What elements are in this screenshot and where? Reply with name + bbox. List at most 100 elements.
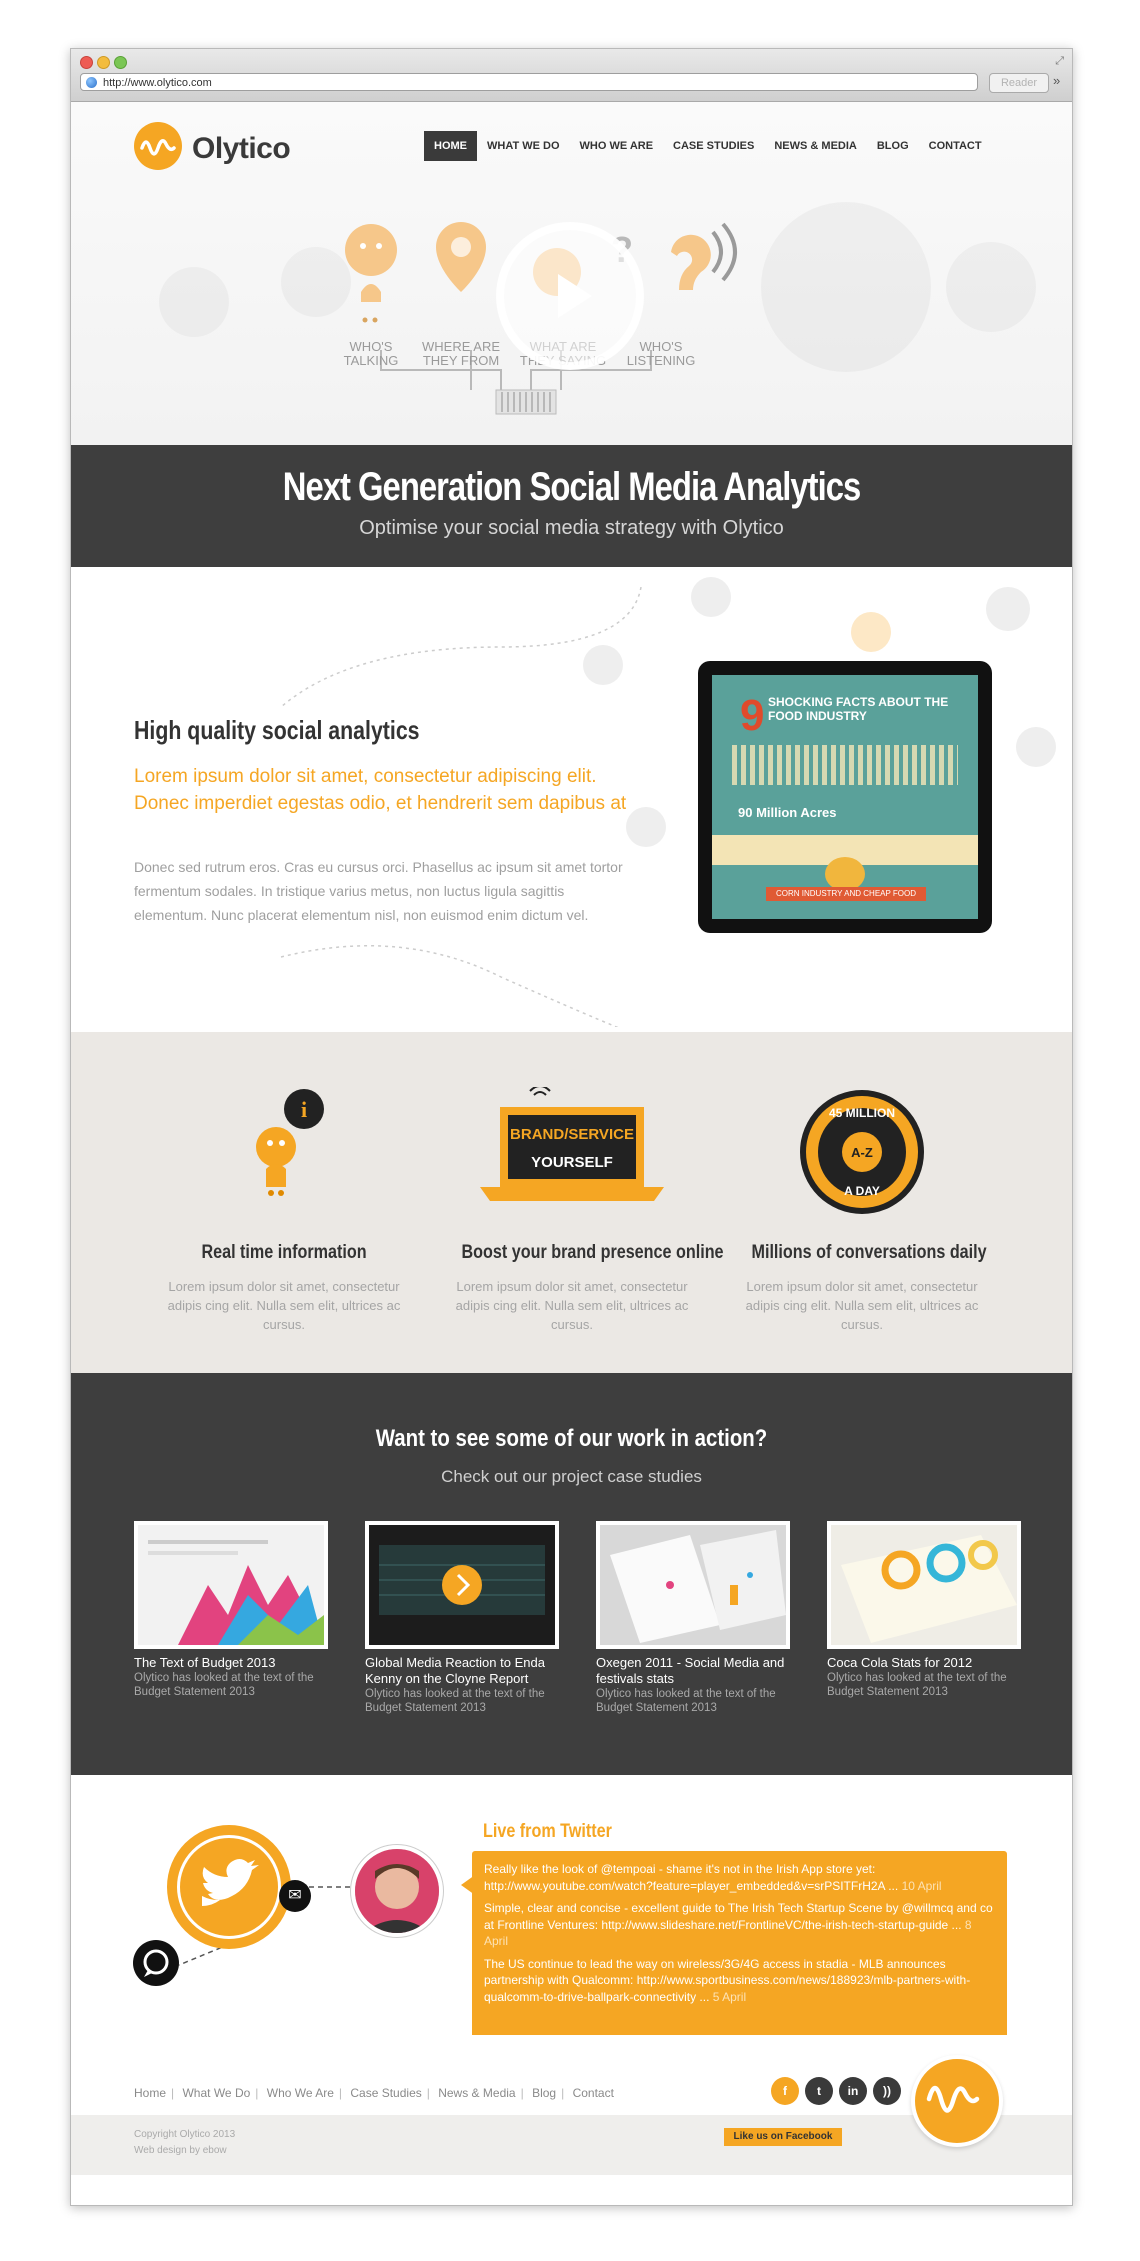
browser-window: ⤢ http://www.olytico.com ↻ Reader » Olyt…	[70, 48, 1073, 2206]
case-study-card[interactable]: The Text of Budget 2013 Olytico has look…	[134, 1521, 328, 1699]
footer-link-what-we-do[interactable]: What We Do	[182, 2086, 250, 2100]
footer-link-case-studies[interactable]: Case Studies	[350, 2086, 421, 2100]
yourself-text: YOURSELF	[531, 1154, 613, 1171]
website: Olytico HOME WHAT WE DO WHO WE ARE CASE …	[71, 102, 1072, 2175]
address-bar[interactable]: http://www.olytico.com	[80, 73, 978, 91]
rss-icon[interactable]: ))	[873, 2077, 901, 2105]
tweet-date: 10 April	[901, 1878, 942, 1893]
nav-blog[interactable]: BLOG	[867, 131, 919, 161]
nav-contact[interactable]: CONTACT	[919, 131, 992, 161]
case-name[interactable]: Global Media Reaction to Enda Kenny on t…	[365, 1655, 559, 1687]
credit-text[interactable]: Web design by ebow	[134, 2143, 235, 2159]
more-chevron-icon[interactable]: »	[1053, 73, 1060, 88]
nav-case-studies[interactable]: CASE STUDIES	[663, 131, 764, 161]
conversation-badge-icon: 45 MILLION A-Z A DAY	[800, 1090, 924, 1214]
column-title: Real time information	[201, 1242, 367, 1263]
twitter-title: Live from Twitter	[483, 1821, 612, 1842]
bg-bubble	[159, 267, 229, 337]
info-bubble-icon	[851, 612, 891, 652]
column-title: Boost your brand presence online	[461, 1242, 724, 1263]
features-columns: i Real time information Lorem ipsum dolo…	[71, 1032, 1072, 1373]
case-name[interactable]: Coca Cola Stats for 2012	[827, 1655, 1021, 1671]
banner-subtitle: Optimise your social media strategy with…	[359, 517, 784, 539]
column-text: Lorem ipsum dolor sit amet, consectetur …	[455, 1279, 689, 1332]
hero-section: Olytico HOME WHAT WE DO WHO WE ARE CASE …	[71, 102, 1072, 445]
case-studies-section: Want to see some of our work in action? …	[71, 1373, 1072, 1775]
case-study-card[interactable]: Coca Cola Stats for 2012 Olytico has loo…	[827, 1521, 1021, 1699]
case-desc: Olytico has looked at the text of the Bu…	[596, 1688, 776, 1714]
column-title: Millions of conversations daily	[751, 1242, 987, 1263]
nav-who-we-are[interactable]: WHO WE ARE	[570, 131, 664, 161]
case-image-oxegen	[600, 1525, 786, 1645]
brand-service-text: BRAND/SERVICE	[510, 1126, 634, 1143]
nav-home[interactable]: HOME	[424, 131, 477, 161]
badge-mid-text: A-Z	[851, 1145, 873, 1160]
column-text: Lorem ipsum dolor sit amet, consectetur …	[745, 1279, 979, 1332]
nav-what-we-do[interactable]: WHAT WE DO	[477, 131, 570, 161]
tweet-date: 5 April	[712, 1989, 747, 2004]
tweet-item[interactable]: The US continue to lead the way on wirel…	[484, 1956, 995, 2006]
cases-title: Want to see some of our work in action?	[375, 1425, 768, 1452]
nav-news-media[interactable]: NEWS & MEDIA	[764, 131, 867, 161]
hero-label-where-from: WHERE ARE THEY FROM	[421, 339, 500, 368]
zoom-window-button[interactable]	[114, 56, 127, 69]
case-desc: Olytico has looked at the text of the Bu…	[365, 1688, 545, 1714]
url-text: http://www.olytico.com	[103, 77, 212, 89]
banner-title: Next Generation Social Media Analytics	[282, 465, 861, 509]
twitter-bird-icon	[177, 1835, 281, 1939]
close-window-button[interactable]	[80, 56, 93, 69]
minimize-window-button[interactable]	[97, 56, 110, 69]
feature-lead: Lorem ipsum dolor sit amet, consectetur …	[134, 766, 627, 814]
laptop-brand-icon: BRAND/SERVICE YOURSELF	[480, 1087, 664, 1201]
tweet-item[interactable]: Simple, clear and concise - excellent gu…	[484, 1900, 995, 1950]
chart-bubble-icon	[583, 645, 623, 685]
footer-link-who-we-are[interactable]: Who We Are	[267, 2086, 334, 2100]
hero-label-whos-talking: WHO'S TALKING	[343, 339, 399, 368]
twitter-icon[interactable]: t	[805, 2077, 833, 2105]
case-thumbnail[interactable]	[827, 1521, 1021, 1649]
reader-button[interactable]: Reader	[989, 73, 1049, 93]
badge-bottom-text: A DAY	[844, 1184, 880, 1198]
tweet-text[interactable]: Really like the look of @tempoai - shame…	[484, 1862, 898, 1893]
tweet-text[interactable]: Simple, clear and concise - excellent gu…	[484, 1901, 993, 1932]
tweet-box: Really like the look of @tempoai - shame…	[472, 1851, 1007, 2053]
feature-body: Donec sed rutrum eros. Cras eu cursus or…	[134, 859, 623, 923]
case-study-card[interactable]: Oxegen 2011 - Social Media and festivals…	[596, 1521, 790, 1715]
footer-link-home[interactable]: Home	[134, 2086, 166, 2100]
globe-icon	[86, 77, 97, 88]
twitter-big-circle[interactable]	[167, 1825, 291, 1949]
video-play-button[interactable]	[496, 222, 644, 370]
linkedin-icon[interactable]: in	[839, 2077, 867, 2105]
footer-logo-icon[interactable]	[911, 2055, 1003, 2147]
infographic-ribbon: CORN INDUSTRY AND CHEAP FOOD	[766, 887, 926, 901]
fullscreen-icon[interactable]: ⤢	[1055, 55, 1064, 68]
infographic-figures	[732, 745, 958, 785]
case-image-media	[369, 1525, 555, 1645]
cases-subtitle: Check out our project case studies	[441, 1467, 702, 1486]
badge-top-text: 45 MILLION	[829, 1106, 895, 1120]
chat-icon[interactable]	[133, 1940, 179, 1986]
feature-title: High quality social analytics	[134, 715, 420, 745]
facebook-icon[interactable]: f	[771, 2077, 799, 2105]
case-name[interactable]: Oxegen 2011 - Social Media and festivals…	[596, 1655, 790, 1687]
case-study-card[interactable]: Global Media Reaction to Enda Kenny on t…	[365, 1521, 559, 1715]
play-icon	[558, 274, 592, 318]
headline-banner: Next Generation Social Media Analytics O…	[71, 445, 1072, 567]
main-nav: HOME WHAT WE DO WHO WE ARE CASE STUDIES …	[424, 131, 992, 161]
bg-bubble	[946, 242, 1036, 332]
footer-link-blog[interactable]: Blog	[532, 2086, 556, 2100]
case-name[interactable]: The Text of Budget 2013	[134, 1655, 328, 1671]
user-avatar	[351, 1845, 443, 1937]
footer-link-news-media[interactable]: News & Media	[438, 2086, 515, 2100]
tablet-image: 9 SHOCKING FACTS ABOUT THE FOOD INDUSTRY…	[698, 661, 992, 933]
case-desc: Olytico has looked at the text of the Bu…	[827, 1672, 1007, 1698]
case-thumbnail[interactable]	[596, 1521, 790, 1649]
footer-link-contact[interactable]: Contact	[573, 2086, 614, 2100]
mail-icon[interactable]: ✉	[279, 1880, 311, 1912]
case-thumbnail[interactable]	[365, 1521, 559, 1649]
case-thumbnail[interactable]	[134, 1521, 328, 1649]
infographic-screen: 9 SHOCKING FACTS ABOUT THE FOOD INDUSTRY…	[712, 675, 978, 919]
tweet-item[interactable]: Really like the look of @tempoai - shame…	[484, 1861, 995, 1894]
infographic-heading: SHOCKING FACTS ABOUT THE FOOD INDUSTRY	[768, 695, 949, 723]
copyright-text: Copyright Olytico 2013	[134, 2129, 236, 2140]
